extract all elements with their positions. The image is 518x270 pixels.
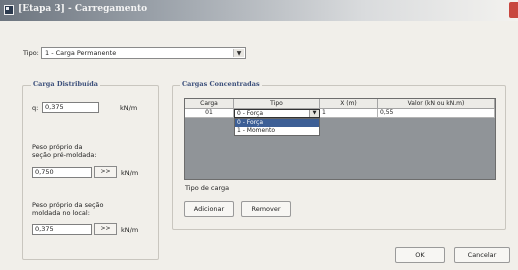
tipo-dropdown-list[interactable]: 0 - Força 1 - Momento bbox=[234, 118, 320, 136]
tipo-select-value: 1 - Carga Permanente bbox=[45, 49, 117, 57]
window-title: [Etapa 3] - Carregamento bbox=[18, 4, 148, 14]
table-cell-tipo-text: 0 - Força bbox=[237, 110, 264, 117]
table-cell-tipo[interactable]: 0 - Força ▼ bbox=[234, 109, 320, 118]
column-header-x[interactable]: X (m) bbox=[320, 99, 378, 109]
tipo-select[interactable]: 1 - Carga Permanente ▼ bbox=[41, 47, 246, 59]
column-header-carga[interactable]: Carga bbox=[185, 99, 234, 109]
peso-pre-unit: kN/m bbox=[121, 169, 139, 177]
q-unit: kN/m bbox=[120, 104, 138, 112]
table-cell-carga[interactable]: 01 bbox=[185, 109, 234, 118]
adicionar-button[interactable]: Adicionar bbox=[184, 201, 234, 217]
peso-pre-label-line2: seção pré-moldada: bbox=[32, 151, 97, 159]
close-icon[interactable] bbox=[509, 2, 518, 18]
table-cell-x[interactable]: 1 bbox=[320, 109, 378, 118]
title-bar: [Etapa 3] - Carregamento bbox=[0, 0, 518, 21]
tipo-de-carga-hint: Tipo de carga bbox=[185, 184, 230, 192]
remover-button[interactable]: Remover bbox=[241, 201, 291, 217]
column-header-tipo[interactable]: Tipo bbox=[234, 99, 320, 109]
table-cell-valor[interactable]: 0,55 bbox=[378, 109, 495, 118]
dialog-window: [Etapa 3] - Carregamento Tipo: 1 - Carga… bbox=[0, 0, 518, 270]
peso-pre-copy-button[interactable]: >> bbox=[94, 166, 117, 178]
dropdown-option-forca[interactable]: 0 - Força bbox=[235, 119, 319, 127]
peso-local-label-line2: moldada no local: bbox=[32, 209, 90, 217]
peso-local-unit: kN/m bbox=[121, 226, 139, 234]
dropdown-option-momento[interactable]: 1 - Momento bbox=[235, 127, 319, 135]
peso-local-label-line1: Peso próprio da seção bbox=[32, 201, 104, 209]
chevron-down-icon[interactable]: ▼ bbox=[233, 49, 244, 57]
q-label: q: bbox=[32, 104, 39, 112]
cargas-concentradas-title: Cargas Concentradas bbox=[180, 80, 262, 88]
peso-pre-label-line1: Peso próprio da bbox=[32, 143, 83, 151]
ok-button[interactable]: OK bbox=[395, 247, 445, 263]
chevron-down-icon[interactable]: ▼ bbox=[309, 110, 319, 117]
app-icon bbox=[4, 5, 14, 15]
column-header-valor[interactable]: Valor (kN ou kN.m) bbox=[378, 99, 495, 109]
tipo-label: Tipo: bbox=[23, 49, 39, 57]
cargas-table[interactable]: Carga Tipo X (m) Valor (kN ou kN.m) 01 0… bbox=[184, 98, 496, 180]
carga-distribuida-title: Carga Distribuída bbox=[31, 80, 100, 88]
peso-local-input[interactable]: 0,375 bbox=[32, 224, 92, 235]
cancelar-button[interactable]: Cancelar bbox=[454, 247, 510, 263]
peso-local-copy-button[interactable]: >> bbox=[94, 223, 117, 235]
peso-pre-input[interactable]: 0,750 bbox=[32, 167, 92, 178]
q-input[interactable]: 0,375 bbox=[42, 102, 99, 113]
